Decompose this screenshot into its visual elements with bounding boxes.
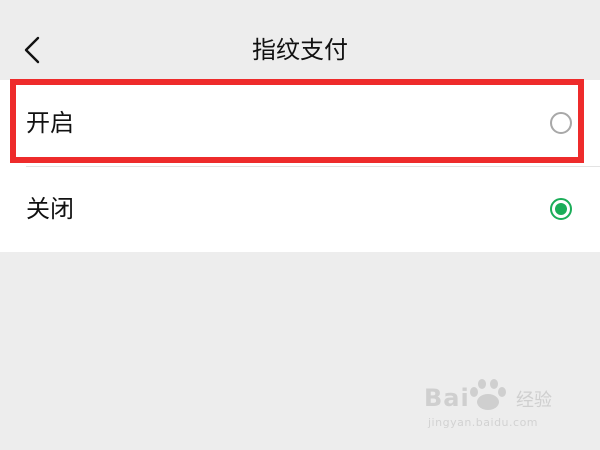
watermark-url: jingyan.baidu.com <box>428 416 539 429</box>
baidu-jingyan-watermark: Bai 经验 jingyan.baidu.com <box>424 378 574 438</box>
radio-unchecked-icon[interactable] <box>550 112 572 134</box>
watermark-brand: Bai <box>424 384 470 412</box>
page-title: 指纹支付 <box>252 36 348 64</box>
option-label: 开启 <box>26 109 74 137</box>
paw-icon <box>470 379 506 410</box>
option-disable[interactable]: 关闭 <box>0 166 600 252</box>
option-label: 关闭 <box>26 195 74 223</box>
payment-option-list: 开启 关闭 <box>0 80 600 252</box>
radio-checked-icon[interactable] <box>550 198 572 220</box>
watermark-suffix: 经验 <box>516 390 552 411</box>
option-enable[interactable]: 开启 <box>0 80 600 167</box>
